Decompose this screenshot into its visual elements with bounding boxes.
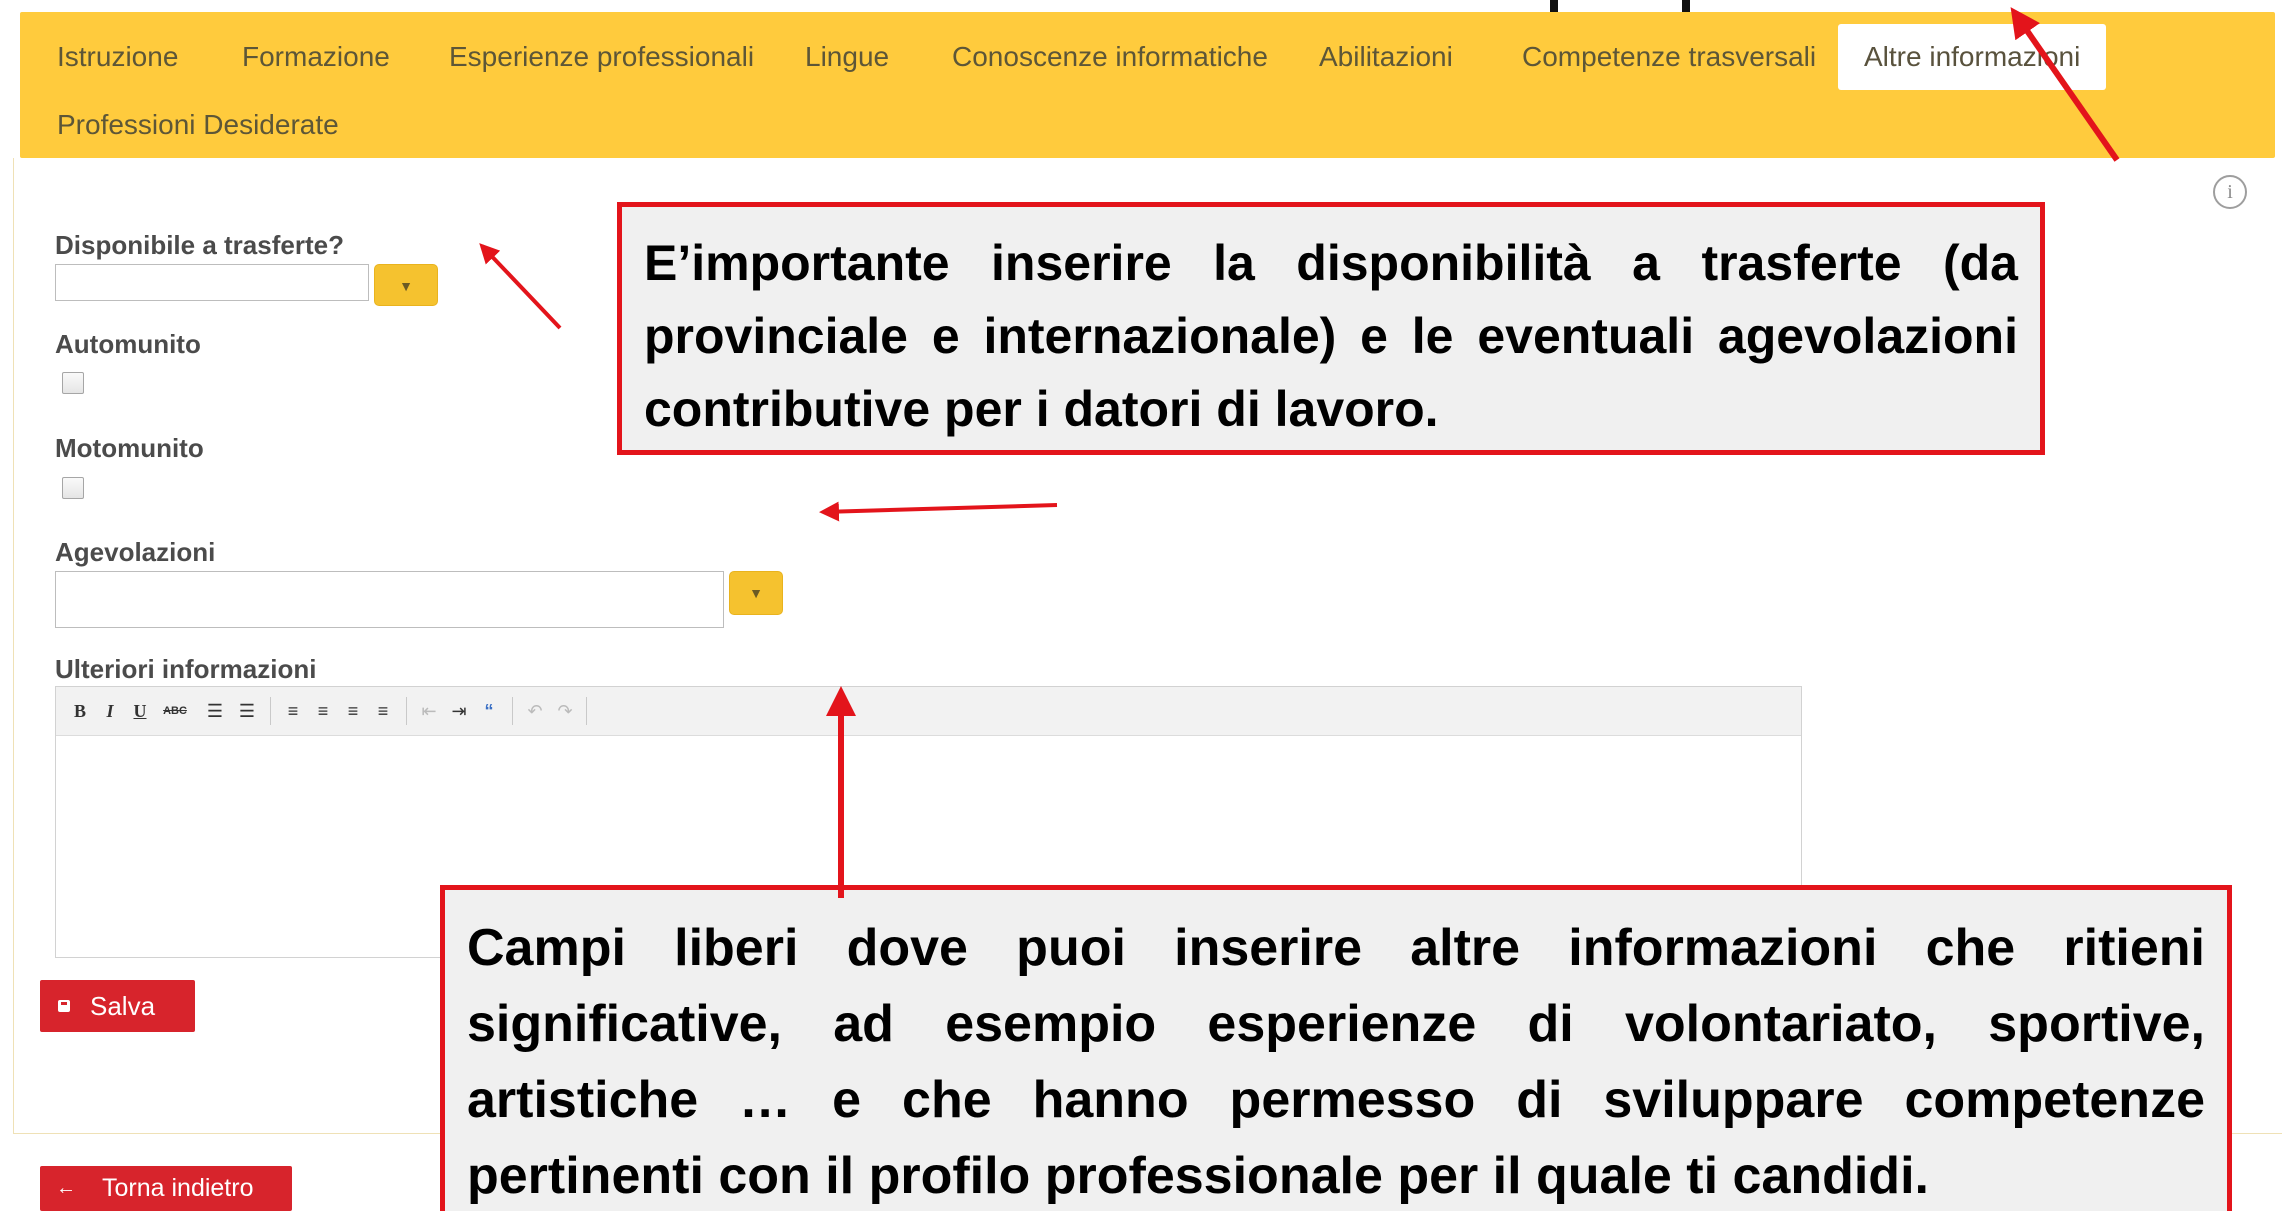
ulteriori-informazioni-label: Ulteriori informazioni <box>55 654 317 684</box>
back-button-label: Torna indietro <box>102 1174 254 1202</box>
editor-toolbar: B I U ABC ☰ ☰ ≡ ≡ ≡ ≡ ⇤ ⇥ “ ↶ ↷ <box>56 687 1801 736</box>
trasferte-label: Disponibile a trasferte? <box>55 230 344 260</box>
bullet-list-icon[interactable]: ☰ <box>202 699 228 723</box>
cropped-title-fragment <box>1550 0 1690 12</box>
motomunito-label: Motomunito <box>55 433 204 463</box>
save-button[interactable]: Salva <box>40 980 195 1032</box>
align-right-icon[interactable]: ≡ <box>340 699 366 723</box>
annotation-trasferte: E’importante inserire la disponibilità a… <box>617 202 2045 455</box>
automunito-label: Automunito <box>55 329 201 359</box>
floppy-disk-icon <box>58 1000 70 1012</box>
trasferte-dropdown-button[interactable]: ▼ <box>374 264 438 306</box>
toolbar-separator <box>270 697 271 725</box>
redo-icon[interactable]: ↷ <box>552 699 578 723</box>
automunito-checkbox[interactable] <box>62 372 84 394</box>
trasferte-select[interactable] <box>55 264 369 301</box>
agevolazioni-label: Agevolazioni <box>55 537 216 567</box>
undo-icon[interactable]: ↶ <box>522 699 548 723</box>
strikethrough-button[interactable]: ABC <box>158 699 192 723</box>
blockquote-icon[interactable]: “ <box>476 699 502 723</box>
tab-bar: Istruzione Formazione Esperienze profess… <box>20 12 2275 158</box>
annotation-campi-liberi-text: Campi liberi dove puoi inserire altre in… <box>467 919 2205 1205</box>
caret-down-icon: ▼ <box>399 278 413 294</box>
tab-competenze-trasversali[interactable]: Competenze trasversali <box>1522 40 1816 74</box>
tab-esperienze-professionali[interactable]: Esperienze professionali <box>449 40 754 74</box>
indent-icon[interactable]: ⇥ <box>446 699 472 723</box>
toolbar-separator <box>406 697 407 725</box>
tab-lingue[interactable]: Lingue <box>805 40 889 74</box>
back-button[interactable]: ← Torna indietro <box>40 1166 292 1211</box>
tab-istruzione[interactable]: Istruzione <box>57 40 178 74</box>
annotation-trasferte-text: E’importante inserire la disponibilità a… <box>644 235 2018 437</box>
underline-button[interactable]: U <box>130 699 150 723</box>
bold-button[interactable]: B <box>70 699 90 723</box>
tab-formazione[interactable]: Formazione <box>242 40 390 74</box>
agevolazioni-select[interactable] <box>55 571 724 628</box>
align-left-icon[interactable]: ≡ <box>280 699 306 723</box>
tab-professioni-desiderate[interactable]: Professioni Desiderate <box>57 108 339 142</box>
save-button-label: Salva <box>90 990 156 1021</box>
toolbar-separator <box>512 697 513 725</box>
arrow-left-icon: ← <box>56 1177 76 1199</box>
annotation-campi-liberi: Campi liberi dove puoi inserire altre in… <box>440 885 2232 1211</box>
align-justify-icon[interactable]: ≡ <box>370 699 396 723</box>
info-icon[interactable]: i <box>2213 175 2247 209</box>
motomunito-checkbox[interactable] <box>62 477 84 499</box>
tab-conoscenze-informatiche[interactable]: Conoscenze informatiche <box>952 40 1268 74</box>
italic-button[interactable]: I <box>100 699 120 723</box>
align-center-icon[interactable]: ≡ <box>310 699 336 723</box>
caret-down-icon: ▼ <box>749 585 763 601</box>
tab-altre-informazioni[interactable]: Altre informazioni <box>1838 24 2107 90</box>
outdent-icon[interactable]: ⇤ <box>416 699 442 723</box>
toolbar-separator <box>586 697 587 725</box>
numbered-list-icon[interactable]: ☰ <box>234 699 260 723</box>
agevolazioni-dropdown-button[interactable]: ▼ <box>729 571 783 615</box>
tab-abilitazioni[interactable]: Abilitazioni <box>1319 40 1453 74</box>
